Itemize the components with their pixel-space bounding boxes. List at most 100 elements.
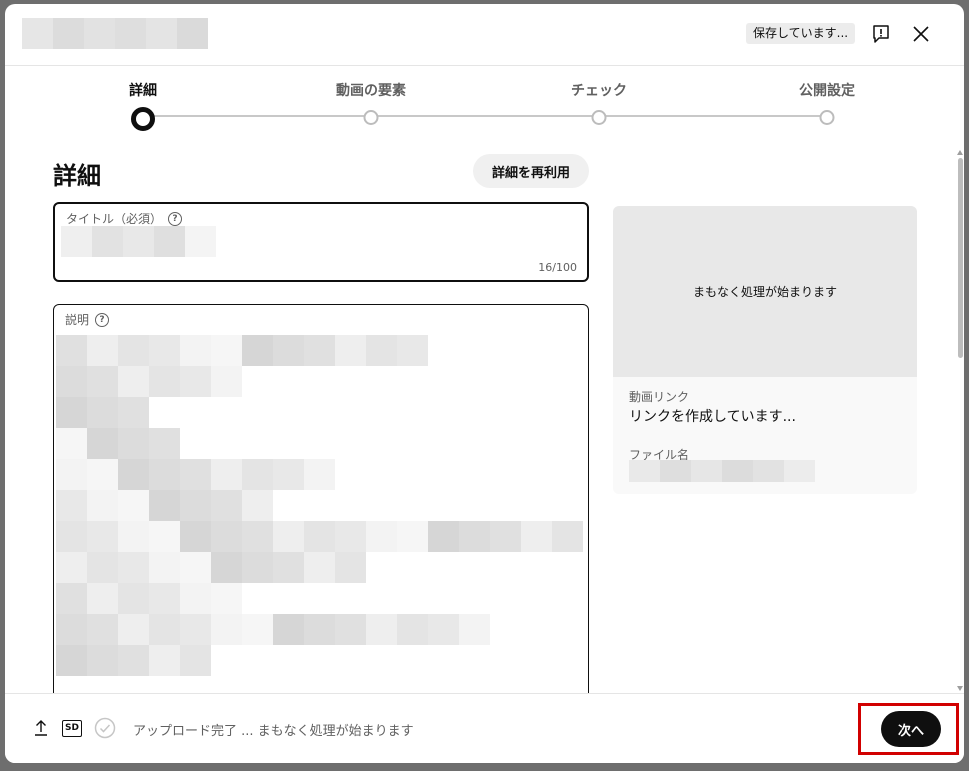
redacted-row <box>56 397 149 428</box>
redacted-block <box>180 614 211 645</box>
title-field-label: タイトル（必須） ? <box>66 210 183 227</box>
help-icon[interactable]: ? <box>95 312 110 327</box>
description-field-label: 説明 ? <box>65 311 110 328</box>
file-name-redacted <box>629 460 815 482</box>
redacted-block <box>521 521 552 552</box>
step-dot <box>363 110 379 125</box>
scroll-thumb[interactable] <box>958 158 963 358</box>
redacted-block <box>87 552 118 583</box>
redacted-block <box>118 583 149 614</box>
step-dot <box>819 110 835 125</box>
redacted-block <box>304 552 335 583</box>
description-field[interactable]: 説明 ? <box>53 304 589 693</box>
redacted-block <box>118 335 149 366</box>
step-visibility[interactable]: 公開設定 <box>757 80 897 125</box>
redacted-block <box>335 552 366 583</box>
redacted-block <box>366 335 397 366</box>
help-icon[interactable]: ? <box>168 211 183 226</box>
redacted-block <box>87 428 118 459</box>
redacted-block <box>552 521 583 552</box>
feedback-icon[interactable] <box>869 22 893 46</box>
next-button[interactable]: 次へ <box>881 711 941 747</box>
redacted-block <box>87 583 118 614</box>
content-scrollbar[interactable] <box>957 146 964 693</box>
redacted-block <box>56 552 87 583</box>
redacted-block <box>273 335 304 366</box>
redacted-block <box>180 583 211 614</box>
redacted-block <box>180 366 211 397</box>
redacted-block <box>56 645 87 676</box>
redacted-block <box>53 18 84 49</box>
title-char-counter: 16/100 <box>538 261 577 274</box>
redacted-block <box>211 583 242 614</box>
step-details[interactable]: 詳細 <box>73 80 213 131</box>
title-value-redacted <box>61 226 216 257</box>
redacted-block <box>304 614 335 645</box>
scroll-down-arrow[interactable] <box>957 686 963 691</box>
redacted-block <box>242 490 273 521</box>
upload-icon <box>31 718 51 738</box>
redacted-block <box>180 459 211 490</box>
step-video-elements[interactable]: 動画の要素 <box>301 80 441 125</box>
redacted-row <box>56 459 335 490</box>
redacted-block <box>56 459 87 490</box>
close-icon[interactable] <box>909 22 933 46</box>
redacted-block <box>149 335 180 366</box>
video-link-label: 動画リンク <box>629 390 690 404</box>
redacted-block <box>149 552 180 583</box>
redacted-block <box>87 366 118 397</box>
upload-status-text: アップロード完了 ... まもなく処理が始まります <box>133 724 414 739</box>
redacted-block <box>87 521 118 552</box>
sd-quality-icon: SD <box>62 720 82 737</box>
video-info-card: まもなく処理が始まります 動画リンク リンクを作成しています... ファイル名 <box>613 206 917 494</box>
redacted-block <box>211 552 242 583</box>
dialog-header: 保存しています... <box>5 4 964 66</box>
redacted-block <box>304 335 335 366</box>
redacted-block <box>242 614 273 645</box>
redacted-block <box>459 614 490 645</box>
title-field[interactable]: タイトル（必須） ? 16/100 <box>53 202 589 282</box>
redacted-block <box>84 18 115 49</box>
redacted-block <box>87 614 118 645</box>
redacted-block <box>115 18 146 49</box>
redacted-row <box>56 335 428 366</box>
redacted-block <box>118 552 149 583</box>
redacted-block <box>149 645 180 676</box>
dialog-title-redacted <box>22 18 208 49</box>
redacted-row <box>56 366 242 397</box>
redacted-block <box>118 645 149 676</box>
step-label: 詳細 <box>129 83 157 99</box>
reuse-details-button[interactable]: 詳細を再利用 <box>473 154 589 188</box>
redacted-block <box>56 614 87 645</box>
redacted-block <box>211 366 242 397</box>
video-link-value: リンクを作成しています... <box>629 409 796 425</box>
redacted-block <box>242 335 273 366</box>
redacted-block <box>56 490 87 521</box>
redacted-block <box>273 521 304 552</box>
redacted-block <box>118 614 149 645</box>
scroll-up-arrow[interactable] <box>957 150 963 155</box>
step-dot-active <box>131 107 155 131</box>
redacted-block <box>87 397 118 428</box>
redacted-block <box>87 335 118 366</box>
redacted-block <box>87 459 118 490</box>
redacted-block <box>211 614 242 645</box>
redacted-block <box>304 459 335 490</box>
redacted-block <box>242 459 273 490</box>
step-label: 動画の要素 <box>336 83 406 99</box>
redacted-block <box>149 583 180 614</box>
redacted-block <box>56 335 87 366</box>
saving-status-badge: 保存しています... <box>746 23 856 44</box>
details-content: 詳細 詳細を再利用 タイトル（必須） ? 16/100 説明 ? まもなく処理が… <box>5 146 964 693</box>
redacted-block <box>397 614 428 645</box>
redacted-block <box>211 335 242 366</box>
redacted-block <box>149 459 180 490</box>
redacted-block <box>180 552 211 583</box>
redacted-block <box>180 521 211 552</box>
redacted-block <box>366 614 397 645</box>
redacted-row <box>56 645 211 676</box>
upload-dialog: 保存しています... 詳細 動画の要素 チェック 公開設定 詳細 詳細を再利用 <box>5 4 964 763</box>
redacted-block <box>22 18 53 49</box>
step-checks[interactable]: チェック <box>529 80 669 125</box>
redacted-block <box>149 614 180 645</box>
